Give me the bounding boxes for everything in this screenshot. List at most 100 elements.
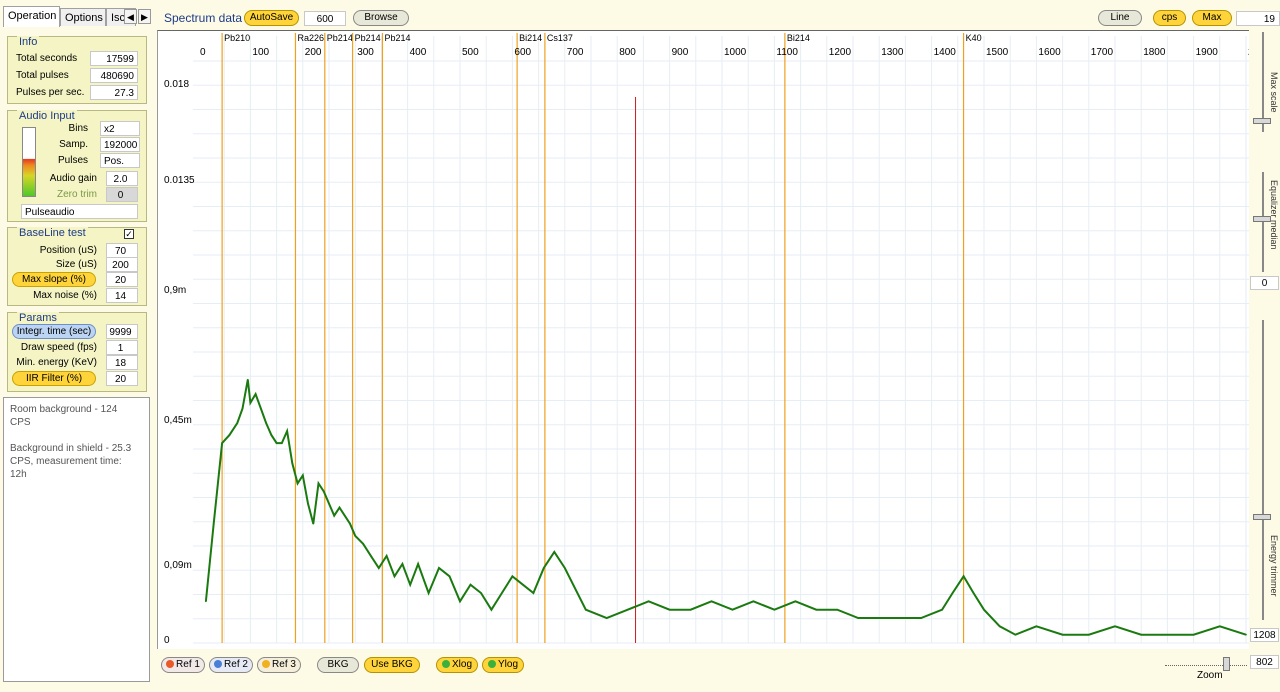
max-scale-track[interactable] (1262, 32, 1264, 132)
spectrum-point (286, 430, 288, 432)
audio-gain-input[interactable]: 2.0 (106, 171, 138, 186)
spectrum-point (899, 617, 901, 619)
spectrum-point (1088, 633, 1090, 636)
spectrum-point (962, 575, 965, 578)
position-input[interactable]: 70 (106, 243, 138, 258)
max-slope-input[interactable]: 20 (106, 272, 138, 287)
audio-device-select[interactable]: Pulseaudio (21, 204, 138, 219)
notes-textarea[interactable]: Room background - 124 CPS Background in … (3, 397, 150, 682)
bkg-button[interactable]: BKG (317, 657, 359, 673)
size-input[interactable]: 200 (106, 257, 138, 272)
ylog-label: Ylog (497, 659, 518, 670)
baseline-checkbox[interactable]: ✓ (124, 229, 134, 239)
autosave-button[interactable]: AutoSave (244, 10, 299, 26)
tab-scroll-left-icon[interactable]: ◀ (124, 9, 137, 24)
tab-scroll-right-icon[interactable]: ▶ (138, 9, 151, 24)
y-tick-label: 0,09m (164, 560, 192, 571)
min-energy-input[interactable]: 18 (106, 355, 138, 370)
spectrum-point (393, 575, 396, 578)
tab-options[interactable]: Options (60, 8, 106, 26)
x-tick-label: 100 (252, 47, 269, 58)
y-tick-label: 0 (164, 635, 170, 646)
total-pulses-label: Total pulses (16, 70, 69, 81)
spectrum-point (302, 474, 304, 477)
max-scale-thumb[interactable] (1253, 118, 1271, 124)
integr-time-button[interactable]: Integr. time (sec) (12, 324, 96, 339)
max-slope-row: Max slope (%) 20 (8, 272, 146, 288)
line-button[interactable]: Line (1098, 10, 1142, 26)
iir-filter-input[interactable]: 20 (106, 371, 138, 386)
zoom-value[interactable]: 802 (1250, 655, 1279, 669)
iir-filter-button[interactable]: IIR Filter (%) (12, 371, 96, 386)
bins-select[interactable]: x2 (100, 121, 140, 136)
browse-button[interactable]: Browse (353, 10, 409, 26)
energy-trimmer-track[interactable] (1262, 320, 1264, 620)
spectrum-point (878, 617, 880, 619)
spectrum-point (469, 583, 472, 586)
xlog-label: Xlog (451, 659, 472, 670)
spectrum-point (731, 608, 734, 611)
audio-input-panel: Audio Input Bins x2 Samp. 192000 Pulses … (7, 110, 147, 222)
right-controls: Max scale Equalizer median 0 Energy trim… (1249, 30, 1280, 650)
integr-time-input[interactable]: 9999 (106, 324, 138, 339)
spectrum-point (246, 378, 249, 381)
max-value-input[interactable]: 19 (1236, 11, 1280, 26)
zoom-slider-track[interactable] (1165, 651, 1247, 666)
use-bkg-button[interactable]: Use BKG (364, 657, 420, 673)
spectrum-point (605, 617, 608, 619)
x-tick-label: 400 (410, 47, 427, 58)
spectrum-point (270, 434, 273, 436)
ref2-button[interactable]: Ref 2 (209, 657, 253, 673)
spectrum-plot[interactable]: Pb210 Ra226 Pb214 Pb214 Pb214 Bi214 Cs137 Bi214… (158, 31, 1249, 649)
autosave-interval-input[interactable]: 600 (304, 11, 346, 26)
max-scale-label: Max scale (1269, 72, 1279, 113)
total-seconds-value: 17599 (90, 51, 138, 66)
spectrum-point (1245, 633, 1247, 636)
spectrum-point (752, 600, 755, 603)
audio-gain-row: Audio gain 2.0 (8, 171, 146, 187)
cps-button[interactable]: cps (1153, 10, 1186, 26)
zoom-slider-thumb[interactable] (1223, 657, 1230, 671)
bins-row: Bins x2 (8, 121, 146, 137)
spectrum-point (241, 407, 244, 410)
ylog-button[interactable]: Ylog (482, 657, 524, 673)
max-noise-input[interactable]: 14 (106, 288, 138, 303)
position-label: Position (uS) (39, 245, 97, 256)
energy-trimmer-thumb[interactable] (1253, 514, 1271, 520)
zero-trim-input[interactable]: 0 (106, 187, 138, 202)
spectrum-point (354, 534, 356, 537)
equalizer-track[interactable] (1262, 172, 1264, 272)
ref1-button[interactable]: Ref 1 (161, 657, 205, 673)
total-pulses-value: 480690 (90, 68, 138, 83)
spectrum-point (522, 583, 524, 586)
isotope-label: Pb210 (224, 33, 250, 43)
spectrum-point (328, 502, 330, 505)
spectrum-point (370, 555, 372, 557)
pulses-select[interactable]: Pos. (100, 153, 140, 168)
spectrum-point (317, 482, 320, 485)
samp-select[interactable]: 192000 (100, 137, 140, 152)
draw-speed-row: Draw speed (fps) 1 (8, 340, 146, 356)
spectrum-point (333, 514, 336, 517)
equalizer-label: Equalizer median (1269, 180, 1279, 250)
x-tick-label: 1800 (1143, 47, 1166, 58)
x-tick-label: 700 (567, 47, 584, 58)
draw-speed-input[interactable]: 1 (106, 340, 138, 355)
max-slope-button[interactable]: Max slope (%) (12, 272, 96, 287)
pulses-label: Pulses (57, 155, 88, 166)
info-panel: Info Total seconds 17599 Total pulses 48… (7, 36, 147, 104)
draw-speed-label: Draw speed (fps) (20, 342, 97, 353)
equalizer-value[interactable]: 0 (1250, 276, 1279, 290)
max-noise-label: Max noise (%) (33, 290, 97, 301)
xlog-button[interactable]: Xlog (436, 657, 478, 673)
energy-trimmer-value[interactable]: 1208 (1250, 628, 1279, 642)
spectrum-point (501, 592, 503, 594)
integr-row: Integr. time (sec) 9999 (8, 324, 146, 340)
ref3-button[interactable]: Ref 3 (257, 657, 301, 673)
isotope-label: Pb214 (327, 33, 353, 43)
spectrum-chart[interactable]: Pb210 Ra226 Pb214 Pb214 Pb214 Bi214 Cs137 Bi214… (157, 30, 1249, 649)
spectrum-point (312, 522, 315, 525)
tab-operation[interactable]: Operation (3, 6, 60, 27)
min-energy-label: Min. energy (KeV) (16, 357, 97, 368)
max-button[interactable]: Max (1192, 10, 1232, 26)
